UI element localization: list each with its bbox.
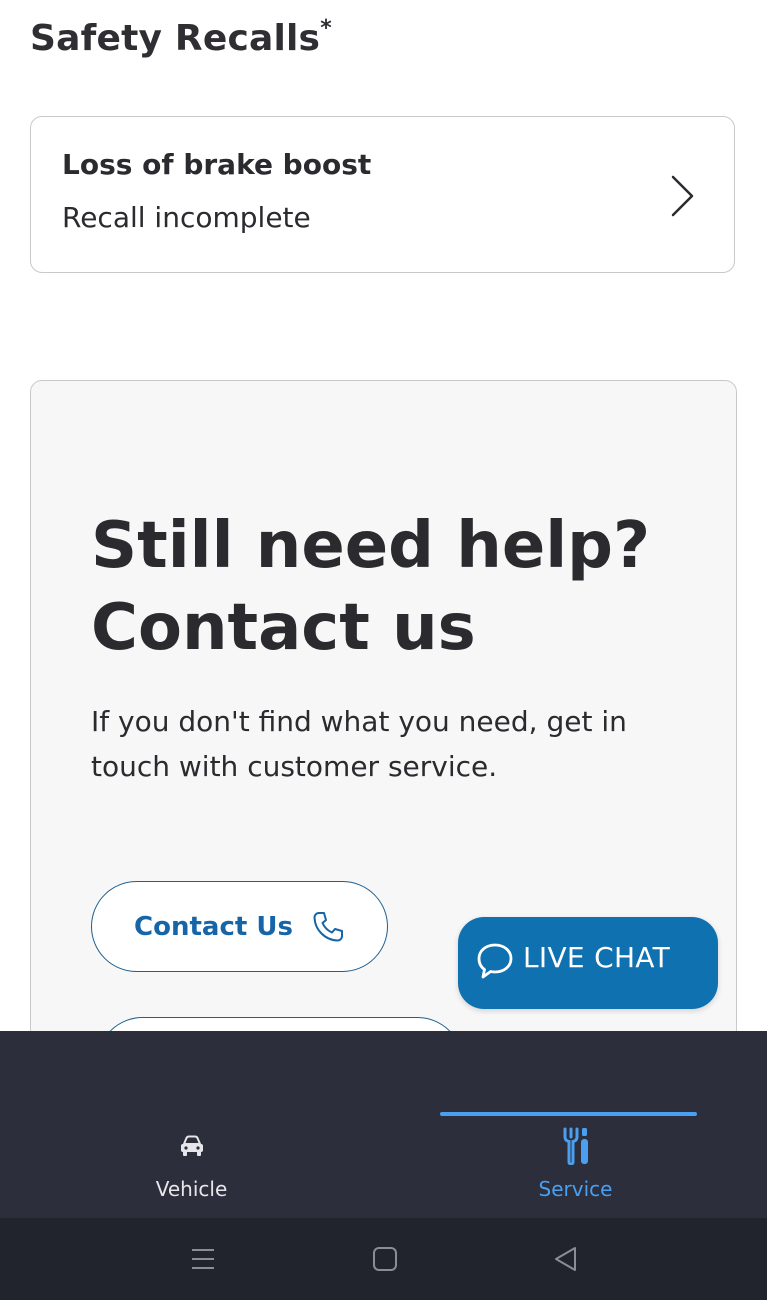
car-icon [180,1135,203,1156]
home-icon[interactable] [370,1244,400,1274]
chevron-right-icon [671,175,694,217]
help-heading: Still need help? Contact us [91,505,691,669]
back-icon[interactable] [551,1244,581,1274]
menu-icon[interactable] [188,1244,218,1274]
contact-us-button[interactable]: Contact Us [91,881,388,972]
recall-status: Recall incomplete [62,201,311,234]
contact-us-label: Contact Us [134,911,293,942]
tab-vehicle[interactable]: Vehicle [0,1031,383,1218]
help-heading-line2: Contact us [91,591,476,665]
recall-card[interactable]: Loss of brake boost Recall incomplete [30,116,735,273]
tab-service-label: Service [538,1177,613,1201]
tools-icon [563,1127,588,1165]
help-heading-line1: Still need help? [91,509,651,583]
bottom-tab-bar: Vehicle Service [0,1031,767,1218]
footnote-mark: * [320,16,332,41]
section-title-text: Safety Recalls [30,18,321,59]
tab-service[interactable]: Service [384,1031,767,1218]
tab-vehicle-label: Vehicle [155,1177,228,1201]
system-navigation-bar [0,1218,767,1300]
help-description: If you don't find what you need, get in … [91,705,627,783]
live-chat-button[interactable]: LIVE CHAT [458,917,718,1009]
recall-title: Loss of brake boost [62,148,372,181]
active-tab-indicator [440,1112,697,1116]
live-chat-label: LIVE CHAT [523,941,670,974]
chat-bubble-icon [477,943,513,979]
section-title: Safety Recalls* [30,16,332,59]
phone-icon [313,911,343,941]
